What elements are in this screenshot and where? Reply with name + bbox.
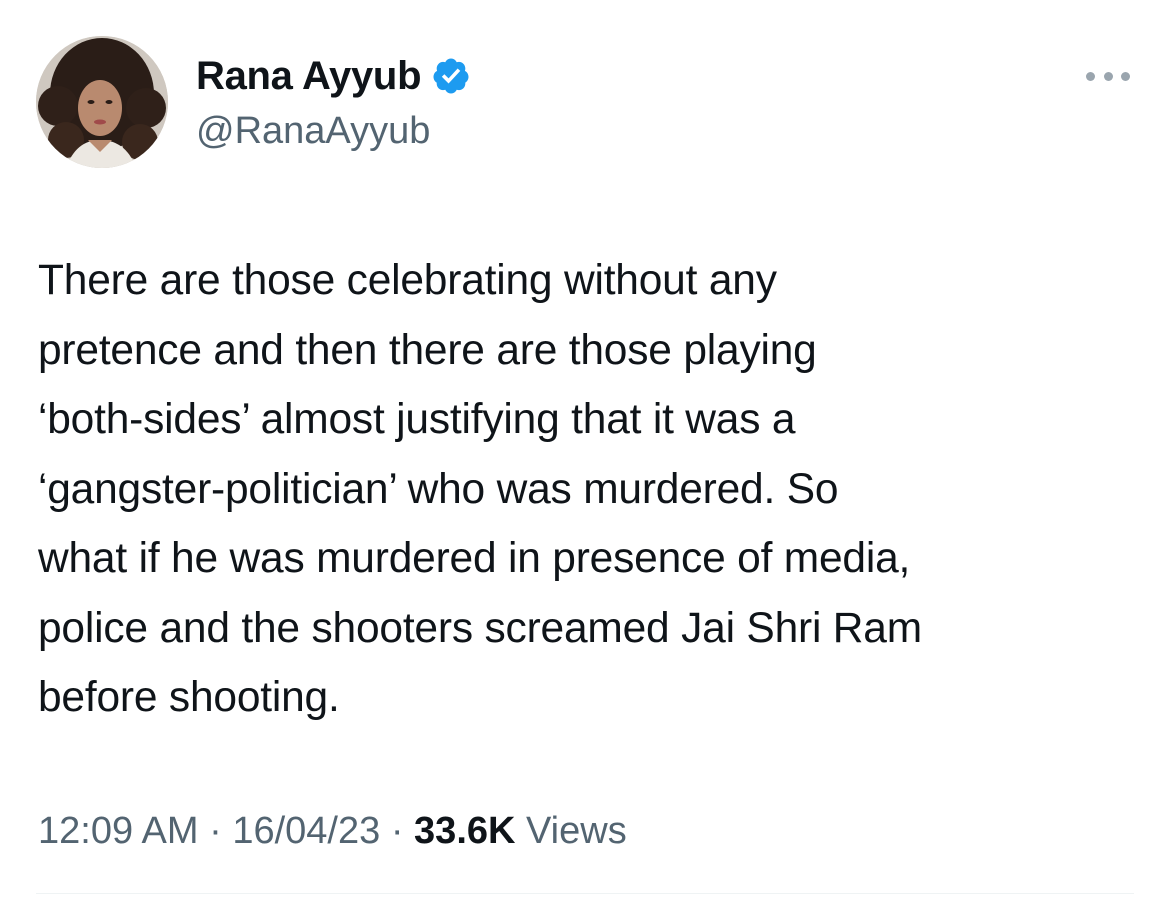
author-row: Rana Ayyub bbox=[196, 52, 471, 100]
avatar[interactable] bbox=[36, 36, 168, 168]
tweet-text-line: There are those celebrating without any bbox=[38, 257, 777, 304]
tweet-text-line: ‘gangster-politician’ who was murdered. … bbox=[38, 465, 839, 513]
more-dot bbox=[1086, 71, 1095, 81]
author-handle[interactable]: @RanaAyyub bbox=[196, 110, 430, 153]
views-label[interactable]: Views bbox=[526, 810, 627, 852]
views-count[interactable]: 33.6K bbox=[414, 810, 515, 852]
tweet-card: Rana Ayyub @RanaAyyub There are those ce… bbox=[0, 0, 1170, 902]
author-name[interactable]: Rana Ayyub bbox=[196, 54, 422, 99]
tweet-text-line: police and the shooters screamed Jai Shr… bbox=[38, 604, 922, 652]
meta-separator: · bbox=[209, 810, 222, 852]
avatar-photo bbox=[36, 36, 168, 168]
tweet-text-line: before shooting. bbox=[38, 674, 340, 721]
tweet-text: There are those celebrating without any … bbox=[38, 246, 1128, 733]
tweet-date[interactable]: 16/04/23 bbox=[232, 810, 380, 852]
tweet-text-line: ‘both-sides’ almost justifying that it w… bbox=[38, 396, 796, 443]
verified-badge-icon bbox=[433, 58, 469, 94]
tweet-time[interactable]: 12:09 AM bbox=[38, 810, 199, 852]
tweet-meta: 12:09 AM · 16/04/23 · 33.6K Views bbox=[38, 810, 627, 853]
divider bbox=[36, 893, 1134, 894]
tweet-text-line: what if he was murdered in presence of m… bbox=[38, 535, 911, 582]
meta-separator: · bbox=[390, 810, 404, 852]
more-dot bbox=[1121, 71, 1130, 81]
tweet-text-line: pretence and then there are those playin… bbox=[38, 326, 817, 374]
more-options-icon[interactable] bbox=[1086, 64, 1130, 88]
more-dot bbox=[1103, 71, 1113, 81]
